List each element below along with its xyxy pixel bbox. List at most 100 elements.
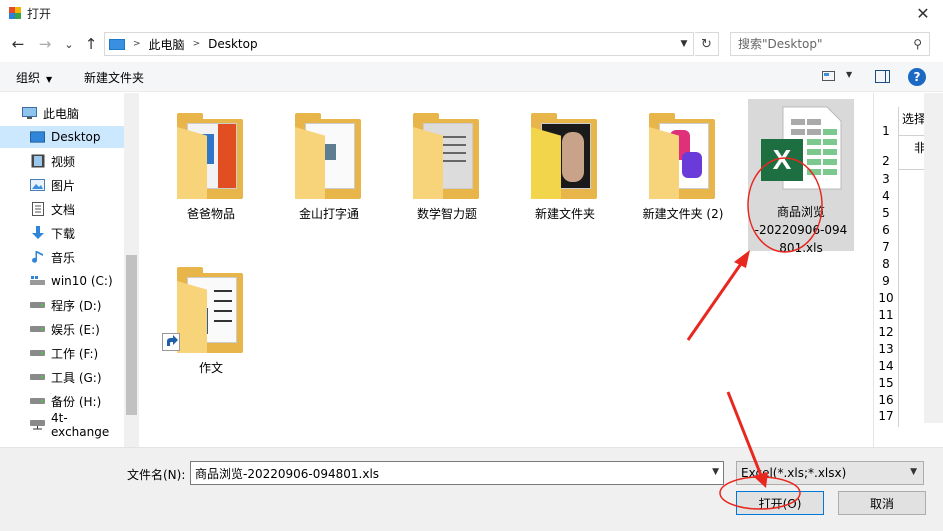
sidebar-item-label: 下载: [51, 226, 76, 241]
row-number: 5: [882, 206, 890, 220]
row-number: 4: [882, 189, 890, 203]
sidebar-item-drive-h[interactable]: 备份 (H:): [0, 390, 124, 412]
preview-scrollbar[interactable]: [924, 93, 943, 423]
filetype-value: Excel(*.xls;*.xlsx): [741, 466, 847, 480]
file-item-excel-selected[interactable]: X 商品浏览 -20220906-094 801.xls: [748, 99, 854, 255]
help-icon[interactable]: ?: [908, 68, 926, 86]
row-number: 2: [882, 154, 890, 168]
row-number: 12: [878, 325, 894, 339]
navigation-bar: ← → ⌄ ↑ > 此电脑 > Desktop ▼ ↻ ⚲: [0, 28, 943, 60]
folder-icon: [413, 113, 483, 199]
file-name: 金山打字通: [298, 207, 359, 221]
folder-icon: [295, 113, 365, 199]
sidebar-item-documents[interactable]: 文档: [0, 198, 124, 220]
file-item-folder[interactable]: 新建文件夹 (2): [630, 99, 736, 221]
sidebar-item-drive-c[interactable]: win10 (C:): [0, 270, 124, 292]
sidebar-item-label: 备份 (H:): [51, 394, 102, 409]
back-arrow-icon[interactable]: ←: [9, 34, 27, 54]
filetype-select[interactable]: Excel(*.xls;*.xlsx) ▼: [736, 461, 924, 485]
chevron-right-icon[interactable]: >: [133, 39, 141, 49]
sidebar-item-network-drive[interactable]: 4t-exchange: [0, 411, 124, 439]
excel-file-icon: X: [757, 105, 847, 191]
svg-text:X: X: [773, 144, 792, 175]
breadcrumb-this-pc[interactable]: 此电脑: [149, 36, 185, 53]
file-name-line: -20220906-094: [754, 223, 848, 237]
organize-button[interactable]: 组织 ▼: [16, 69, 52, 86]
view-mode-icon[interactable]: [822, 71, 835, 81]
sidebar-item-drive-f[interactable]: 工作 (F:): [0, 342, 124, 364]
network-drive-icon: [30, 418, 45, 432]
drive-icon: [30, 298, 45, 312]
document-icon: [30, 202, 45, 216]
chevron-right-icon[interactable]: >: [193, 39, 201, 49]
file-item-folder-shortcut[interactable]: 作文: [158, 253, 264, 375]
breadcrumb-desktop[interactable]: Desktop: [208, 37, 258, 51]
search-icon[interactable]: ⚲: [913, 37, 922, 51]
pc-icon: [109, 38, 125, 50]
sidebar-item-label: 程序 (D:): [51, 298, 102, 313]
close-icon[interactable]: ✕: [903, 0, 943, 26]
sidebar-item-desktop[interactable]: Desktop: [0, 126, 124, 148]
sidebar-item-this-pc[interactable]: 此电脑: [0, 102, 124, 124]
new-folder-button[interactable]: 新建文件夹: [84, 69, 144, 86]
file-name: 数学智力题: [416, 207, 477, 221]
drive-icon: [30, 394, 45, 408]
chevron-down-icon[interactable]: ▼: [675, 33, 693, 55]
chevron-down-icon[interactable]: ▼: [712, 467, 719, 477]
up-arrow-icon[interactable]: ↑: [82, 34, 100, 54]
file-name: 新建文件夹 (2): [642, 207, 724, 221]
system-drive-icon: [30, 274, 45, 288]
sidebar-item-label: 文档: [51, 202, 76, 217]
sidebar-item-label: 工作 (F:): [51, 346, 99, 361]
chevron-down-icon[interactable]: ▼: [910, 467, 917, 477]
sidebar-item-pictures[interactable]: 图片: [0, 174, 124, 196]
file-name: 爸爸物品: [186, 207, 235, 221]
sidebar-item-drive-d[interactable]: 程序 (D:): [0, 294, 124, 316]
preview-pane-icon[interactable]: [875, 70, 890, 83]
filename-value: 商品浏览-20220906-094801.xls: [195, 466, 380, 481]
sidebar-item-drive-e[interactable]: 娱乐 (E:): [0, 318, 124, 340]
cancel-button[interactable]: 取消: [838, 491, 926, 515]
window-title: 打开: [27, 6, 52, 21]
chevron-down-icon[interactable]: ▼: [846, 70, 852, 79]
row-number: 16: [878, 393, 894, 407]
filename-label: 文件名(N):: [127, 468, 186, 482]
row-number: 6: [882, 223, 890, 237]
file-item-folder[interactable]: 新建文件夹: [512, 99, 618, 221]
desktop-icon: [30, 130, 45, 144]
sidebar-item-label: 工具 (G:): [51, 370, 102, 385]
sidebar-item-music[interactable]: 音乐: [0, 246, 124, 268]
sidebar-scrollbar[interactable]: [124, 93, 139, 447]
recent-locations-icon[interactable]: ⌄: [60, 34, 78, 54]
scrollbar-thumb[interactable]: [126, 255, 137, 415]
search-input[interactable]: [738, 37, 908, 51]
row-number: 13: [878, 342, 894, 356]
file-item-folder[interactable]: 数学智力题: [394, 99, 500, 221]
file-name-line: 801.xls: [779, 241, 823, 255]
file-name: 作文: [198, 361, 223, 375]
bottom-bar: 文件名(N): 商品浏览-20220906-094801.xls ▼ Excel…: [0, 447, 943, 531]
sidebar-item-videos[interactable]: 视频: [0, 150, 124, 172]
address-bar[interactable]: > 此电脑 > Desktop ▼: [104, 32, 694, 56]
preview-header: 选择: [902, 112, 927, 126]
row-number: 10: [878, 291, 894, 305]
refresh-icon[interactable]: ↻: [695, 32, 719, 56]
open-button[interactable]: 打开(O): [736, 491, 824, 515]
file-item-folder[interactable]: 爸爸物品: [158, 99, 264, 221]
row-number: 1: [882, 124, 890, 138]
drive-icon: [30, 322, 45, 336]
folder-icon: [531, 113, 601, 199]
file-item-folder[interactable]: 金山打字通: [276, 99, 382, 221]
sidebar-item-drive-g[interactable]: 工具 (G:): [0, 366, 124, 388]
pc-icon: [22, 106, 37, 120]
title-bar: 打开 ✕: [0, 0, 943, 26]
sidebar-item-downloads[interactable]: 下载: [0, 222, 124, 244]
download-icon: [30, 226, 45, 240]
chevron-down-icon: ▼: [46, 75, 53, 84]
forward-arrow-icon[interactable]: →: [36, 34, 54, 54]
row-number: 15: [878, 376, 894, 390]
filename-input[interactable]: 商品浏览-20220906-094801.xls ▼: [190, 461, 724, 485]
search-box[interactable]: ⚲: [730, 32, 930, 56]
row-number: 14: [878, 359, 894, 373]
toolbar: 组织 ▼ 新建文件夹 ▼ ?: [0, 62, 943, 92]
